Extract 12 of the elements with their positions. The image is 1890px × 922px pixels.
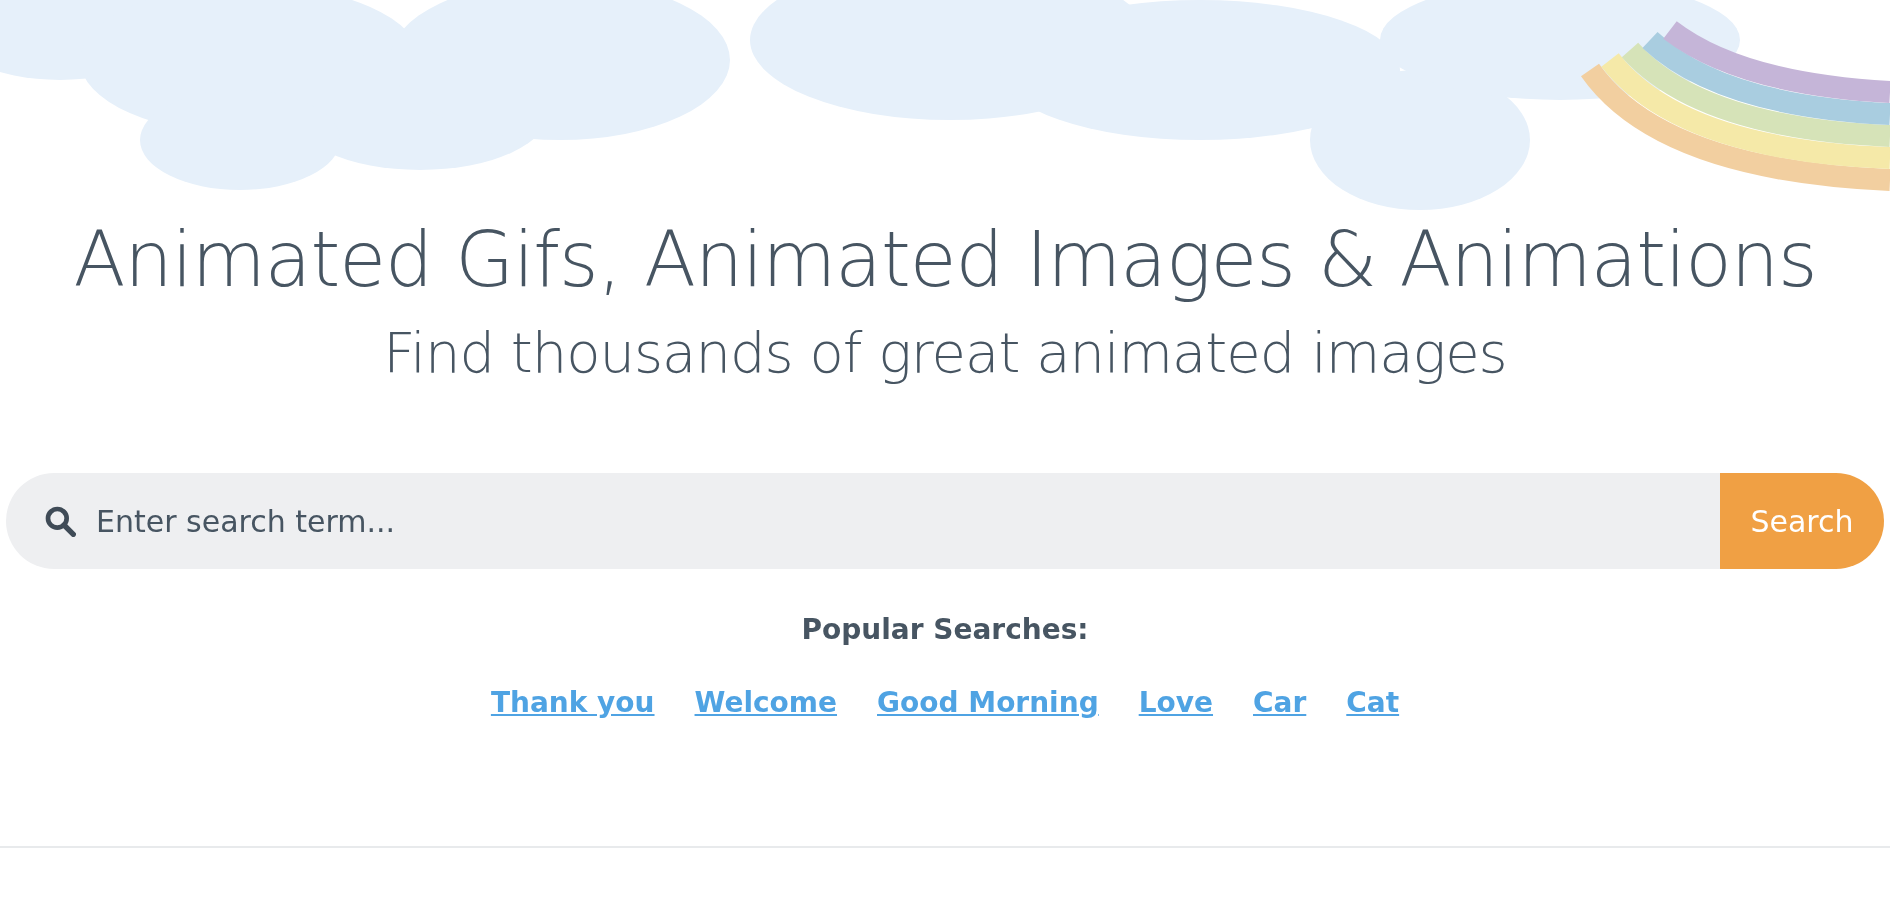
popular-search-link[interactable]: Love	[1138, 686, 1213, 720]
search-field[interactable]: Enter search term...	[6, 473, 1720, 570]
popular-search-link[interactable]: Cat	[1346, 686, 1400, 720]
page-title: Animated Gifs, Animated Images & Animations	[73, 218, 1817, 302]
popular-searches-label: Popular Searches:	[801, 613, 1089, 647]
popular-search-link[interactable]: Welcome	[694, 686, 837, 720]
popular-search-link[interactable]: Good Morning	[877, 686, 1099, 720]
search-button[interactable]: Search	[1720, 473, 1884, 570]
search-icon	[44, 505, 76, 538]
popular-search-link[interactable]: Car	[1253, 686, 1307, 720]
popular-search-link[interactable]: Thank you	[490, 686, 655, 720]
page-subtitle: Find thousands of great animated images	[383, 321, 1507, 384]
